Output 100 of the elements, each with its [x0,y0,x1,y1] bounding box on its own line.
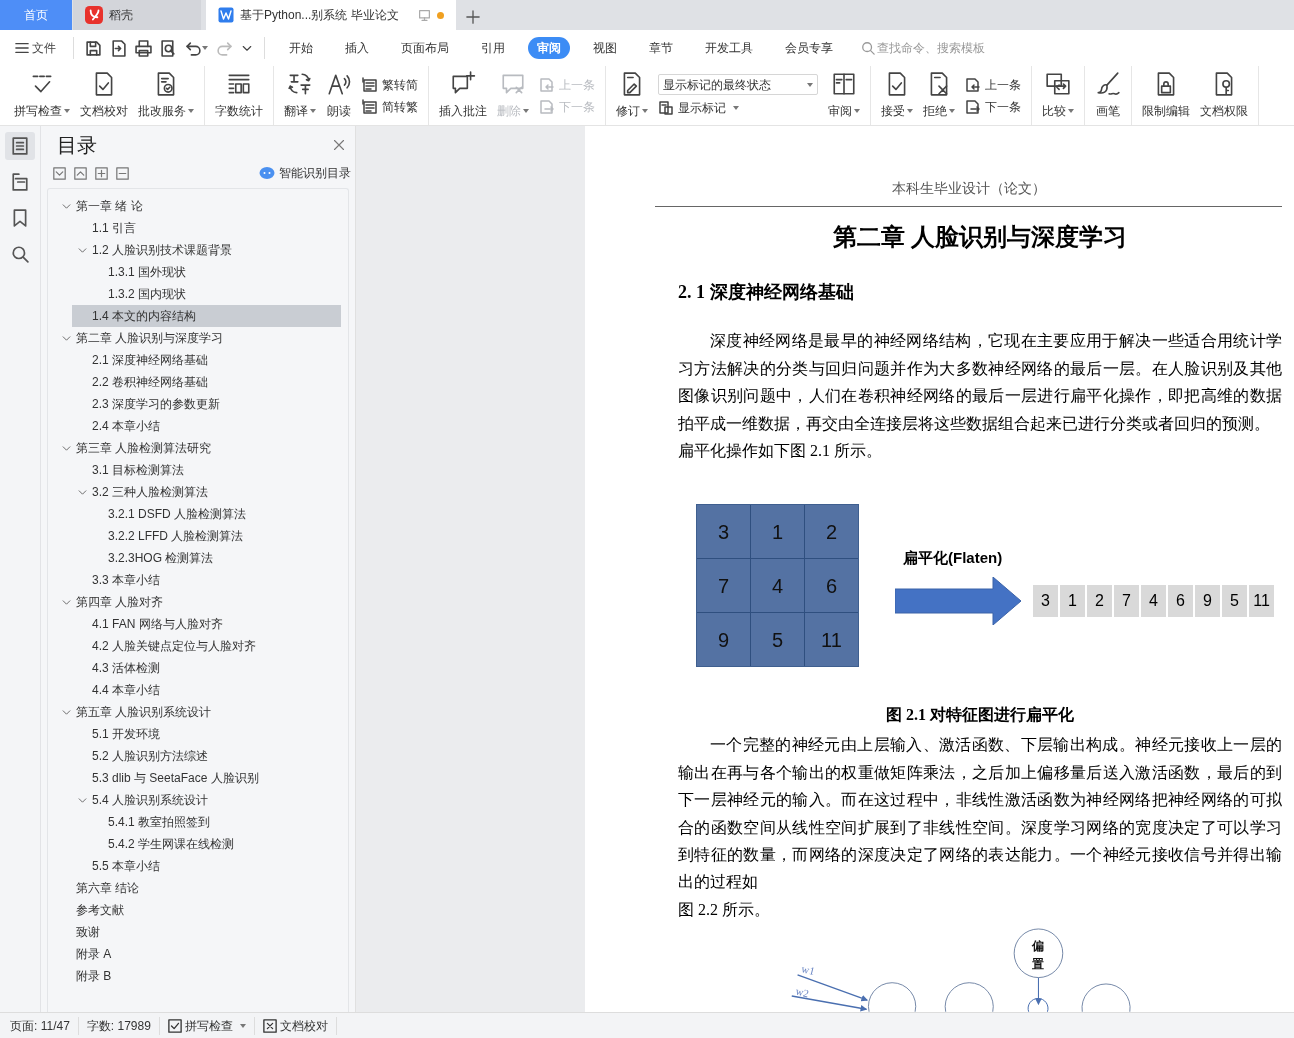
outline-item[interactable]: 第三章 人脸检测算法研究 [56,437,341,459]
file-menu-button[interactable]: 文件 [12,37,60,59]
chevron-icon[interactable] [78,487,87,497]
ribbon-button[interactable]: 字数统计 [211,66,267,125]
cloud-icon [259,165,275,181]
outline-item[interactable]: 5.5 本章小结 [72,855,341,877]
chevron-icon[interactable] [62,707,71,717]
outline-item[interactable]: 致谢 [56,921,341,943]
print-icon [135,39,153,57]
outline-item[interactable]: 5.2 人脸识别方法综述 [72,745,341,767]
sidebar-tool-button[interactable] [5,132,35,160]
outline-item[interactable]: 2.3 深度学习的参数更新 [72,393,341,415]
outline-item[interactable]: 3.3 本章小结 [72,569,341,591]
chevron-icon[interactable] [78,795,87,805]
vector-number: 6 [1168,584,1193,617]
outline-item[interactable]: 3.2 三种人脸检测算法 [72,481,341,503]
ribbon-tab[interactable]: 会员专享 [776,37,843,59]
outline-item[interactable]: 5.3 dlib 与 SeetaFace 人脸识别 [72,767,341,789]
print-preview-icon [160,39,178,57]
outline-item[interactable]: 第五章 人脸识别系统设计 [56,701,341,723]
ribbon-button[interactable]: 文档校对 [76,66,132,125]
outline-item[interactable]: 2.2 卷积神经网络基础 [72,371,341,393]
ribbon-button[interactable]: 限制编辑 [1138,66,1194,125]
outline-item[interactable]: 1.3.2 国内现状 [88,283,341,305]
ribbon-button[interactable]: 上一条 [965,75,1021,94]
window-tab[interactable]: 基于Python...别系统 毕业论文 [206,0,456,30]
word-document-icon [218,7,234,23]
window-tab[interactable]: 稻壳 [73,0,201,30]
outline-item[interactable]: 2.1 深度神经网络基础 [72,349,341,371]
outline-item[interactable]: 4.2 人脸关键点定位与人脸对齐 [72,635,341,657]
convert-icon [362,76,378,93]
paragraph: 深度神经网络是最早的神经网络结构，它现在主要应用于解决一些适合用统计学习方法解决的分类与回归问题并作为大多数神经网络的最后一层。在人脸识别及其他图像识别问题中，人们在卷积神经网络的最后一层进行扁平化操作，即把高维的数据拍平成一维数据，再交由全连接层将这些数据组合起来已进行分类或者回归的预测。 [678,331,1282,434]
ribbon-tab[interactable]: 引用 [472,37,515,59]
chevron-icon[interactable] [62,597,71,607]
weight-label: w1 [800,962,817,978]
outline-item[interactable]: 2.4 本章小结 [72,415,341,437]
vector-number: 5 [1222,584,1247,617]
outline-tool-button[interactable] [74,166,87,180]
outline-item[interactable]: 4.1 FAN 网络与人脸对齐 [72,613,341,635]
outline-item[interactable]: 第一章 绪 论 [56,195,341,217]
ribbon-button[interactable]: 接受 [877,66,917,125]
ribbon-tab[interactable]: 章节 [640,37,683,59]
ribbon-button[interactable]: 画笔 [1091,66,1125,125]
ribbon-button[interactable]: 修订 [612,66,652,125]
ribbon-button[interactable]: 拼写检查 [10,66,74,125]
close-button[interactable] [333,139,345,151]
outline-tool-button[interactable] [53,166,66,180]
outline-item[interactable]: 1.2 人脸识别技术课题背景 [72,239,341,261]
ribbon-button[interactable]: 繁转简 [362,75,418,94]
outline-tool-button[interactable] [116,166,129,180]
ribbon-button[interactable]: 文档权限 [1196,66,1252,125]
outline-item[interactable]: 1.3.1 国外现状 [88,261,341,283]
outline-item[interactable]: 5.4.2 学生网课在线检测 [88,833,341,855]
outline-item[interactable]: 参考文献 [56,899,341,921]
outline-item[interactable]: 3.2.3HOG 检测算法 [88,547,341,569]
outline-item[interactable]: 第二章 人脸识别与深度学习 [56,327,341,349]
ribbon-tab[interactable]: 插入 [336,37,379,59]
outline-item[interactable]: 5.4 人脸识别系统设计 [72,789,341,811]
ribbon-button[interactable]: 插入批注 [435,66,491,125]
outline-item[interactable]: 1.4 本文的内容结构 [72,305,341,327]
outline-item[interactable]: 5.4.1 教室拍照签到 [88,811,341,833]
chevron-icon[interactable] [62,201,71,211]
spell-check-button[interactable]: 拼写检查 [167,1016,255,1035]
grid-number: 6 [805,559,858,613]
outline-item[interactable]: 附录 A [56,943,341,965]
next-comment-icon [965,98,981,115]
ribbon-tab[interactable]: 开始 [280,37,323,59]
outline-item[interactable]: 附录 B [56,965,341,987]
ribbon-button[interactable]: 拒绝 [919,66,959,125]
outline-item[interactable]: 3.2.2 LFFD 人脸检测算法 [88,525,341,547]
smart-toc-button[interactable]: 智能识别目录 [259,164,351,182]
ribbon-tab[interactable]: 视图 [584,37,627,59]
ribbon-button[interactable]: 显示标记 [658,99,818,117]
proofread-button[interactable]: 文档校对 [262,1016,337,1035]
outline-item[interactable]: 4.3 活体检测 [72,657,341,679]
ribbon-button[interactable]: 朗读 [322,66,356,125]
ribbon-button[interactable]: 批改服务 [134,66,198,125]
section-heading: 2. 1 深度神经网络基础 [678,281,855,304]
chevron-icon[interactable] [62,333,71,343]
vector-number: 9 [1195,584,1220,617]
chevron-icon[interactable] [62,443,71,453]
outline-item[interactable]: 第四章 人脸对齐 [56,591,341,613]
ribbon-tab[interactable]: 开发工具 [696,37,763,59]
ribbon-button[interactable]: 下一条 [965,97,1021,116]
outline-item[interactable]: 3.1 目标检测算法 [72,459,341,481]
outline-item[interactable]: 5.1 开发环境 [72,723,341,745]
ribbon-tab[interactable]: 页面布局 [392,37,459,59]
ribbon-button[interactable]: 审阅 [824,66,864,125]
chevron-icon[interactable] [78,245,87,255]
paragraph: 扁平化操作如下图 2.1 所示。 [678,441,883,461]
ribbon-button[interactable]: 比较 [1038,66,1078,125]
outline-item[interactable]: 4.4 本章小结 [72,679,341,701]
markup-state-dropdown[interactable]: 显示标记的最终状态 [658,74,818,95]
bias-node [1013,928,1064,979]
ribbon-button[interactable]: 简转繁 [362,97,418,116]
outline-item[interactable]: 第六章 结论 [56,877,341,899]
outline-item[interactable]: 1.1 引言 [72,217,341,239]
outline-item[interactable]: 3.2.1 DSFD 人脸检测算法 [88,503,341,525]
outline-tool-button[interactable] [95,166,108,180]
ribbon-button[interactable]: 翻译 [280,66,320,125]
